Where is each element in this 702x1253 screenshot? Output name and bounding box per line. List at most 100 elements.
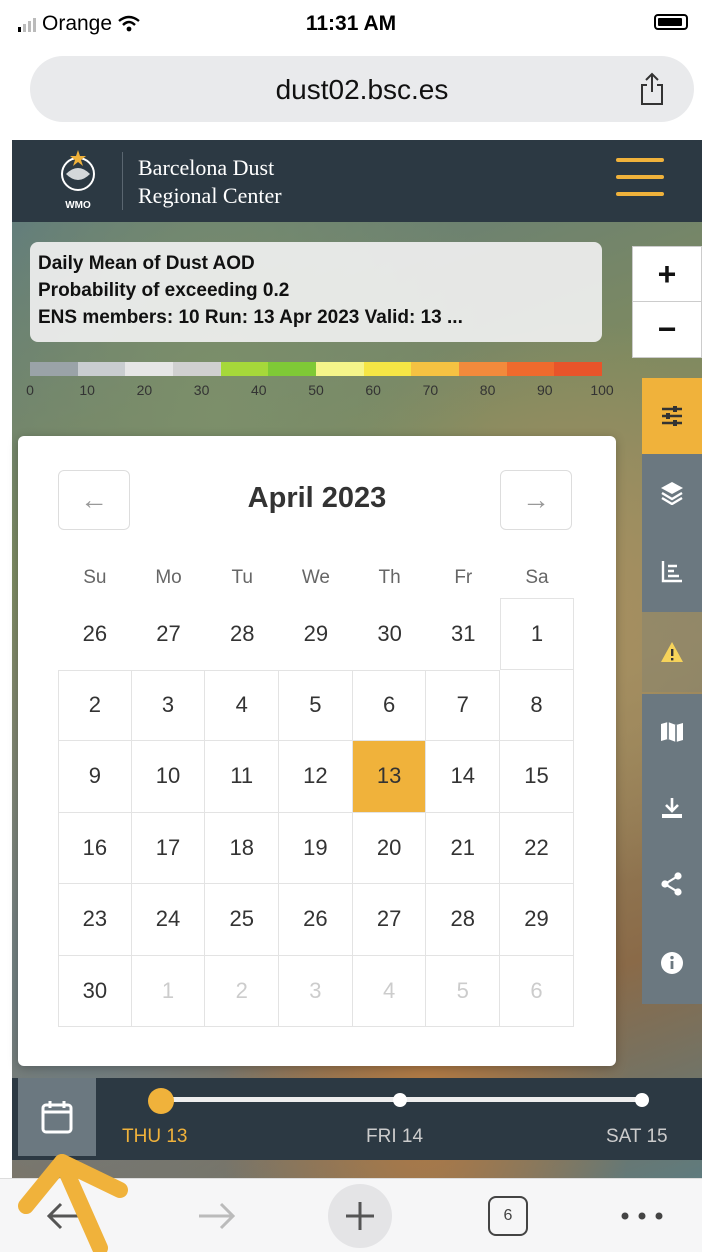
calendar-day[interactable]: 13 <box>352 741 427 813</box>
app-header: WMO Barcelona Dust Regional Center <box>12 140 702 222</box>
color-scale-tick: 30 <box>193 382 210 398</box>
new-tab-button[interactable] <box>328 1184 392 1248</box>
chart-button[interactable] <box>642 530 702 612</box>
color-scale-step <box>268 362 317 376</box>
calendar-day[interactable]: 12 <box>279 741 353 813</box>
calendar-week: 30 1 2 3 4 5 6 <box>58 955 574 1027</box>
calendar-day[interactable]: 24 <box>131 884 206 956</box>
calendar-day[interactable]: 8 <box>500 669 574 741</box>
calendar-day[interactable]: 22 <box>500 812 574 884</box>
calendar-day[interactable]: 1 <box>131 955 206 1027</box>
zoom-control: + − <box>632 246 702 358</box>
calendar-day[interactable]: 26 <box>58 598 132 670</box>
calendar-day[interactable]: 29 <box>500 884 574 956</box>
color-scale-tick: 80 <box>479 382 496 398</box>
address-bar[interactable]: dust02.bsc.es <box>30 56 694 122</box>
forward-button[interactable] <box>192 1179 242 1253</box>
share-button[interactable] <box>642 846 702 922</box>
more-dots-icon <box>621 1212 663 1220</box>
timeline-bar: THU 13 FRI 14 SAT 15 <box>12 1078 702 1160</box>
map-icon <box>661 722 683 742</box>
settings-button[interactable] <box>642 378 702 454</box>
calendar-day[interactable]: 20 <box>352 812 427 884</box>
info-icon <box>661 952 683 974</box>
clock: 11:31 AM <box>305 12 397 35</box>
more-button[interactable] <box>612 1179 672 1253</box>
calendar-day[interactable]: 1 <box>500 598 574 670</box>
calendar-day[interactable]: 17 <box>131 812 206 884</box>
calendar-day[interactable]: 3 <box>131 669 206 741</box>
calendar-day[interactable]: 5 <box>426 955 501 1027</box>
calendar-day[interactable]: 28 <box>426 884 501 956</box>
calendar-day[interactable]: 14 <box>426 741 501 813</box>
calendar-day[interactable]: 3 <box>279 955 353 1027</box>
timeline-step[interactable] <box>635 1093 649 1107</box>
calendar-day[interactable]: 21 <box>426 812 501 884</box>
calendar-day[interactable]: 11 <box>205 741 280 813</box>
color-scale-step <box>220 362 269 376</box>
weekday-label: Fr <box>454 567 473 588</box>
calendar-day[interactable]: 25 <box>205 884 280 956</box>
zoom-out-button[interactable]: − <box>633 302 701 357</box>
calendar-day[interactable]: 28 <box>205 598 279 670</box>
battery-icon <box>654 14 688 30</box>
calendar-week: 2345678 <box>58 669 574 741</box>
color-scale-step <box>30 362 78 376</box>
calendar-day[interactable]: 23 <box>58 884 132 956</box>
status-bar: Orange 11:31 AM <box>0 0 702 44</box>
calendar-day[interactable]: 5 <box>279 669 353 741</box>
zoom-in-button[interactable]: + <box>633 247 701 302</box>
menu-icon[interactable] <box>616 158 664 198</box>
calendar-day[interactable]: 15 <box>500 741 574 813</box>
calendar-day[interactable]: 4 <box>205 669 280 741</box>
download-button[interactable] <box>642 770 702 846</box>
chart-icon <box>661 561 682 583</box>
weekday-header: Su Mo Tu We Th Fr Sa <box>58 558 574 598</box>
calendar-week: 26 27 28 29 30 31 1 <box>58 598 574 670</box>
info-button[interactable] <box>642 922 702 1004</box>
calendar-day[interactable]: 10 <box>131 741 206 813</box>
calendar-day[interactable]: 18 <box>205 812 280 884</box>
calendar-grid: Su Mo Tu We Th Fr Sa 26 27 28 29 30 31 1 2 3 4 5 6 7 8 9 10 11… <box>58 558 574 1027</box>
warning-button[interactable] <box>642 612 702 692</box>
calendar-day[interactable]: 4 <box>352 955 427 1027</box>
calendar-day[interactable]: 7 <box>426 669 501 741</box>
map-button[interactable] <box>642 694 702 770</box>
timeline-label-thu[interactable]: THU 13 <box>122 1126 187 1148</box>
calendar-day[interactable]: 31 <box>426 598 500 670</box>
site-title-line2: Regional Center <box>138 183 282 208</box>
weekday-label: Mo <box>155 567 182 588</box>
calendar-day[interactable]: 16 <box>58 812 132 884</box>
calendar-day[interactable]: 27 <box>352 884 427 956</box>
timeline-step[interactable] <box>393 1093 407 1107</box>
calendar-day[interactable]: 19 <box>279 812 353 884</box>
color-scale-tick: 90 <box>537 382 553 398</box>
calendar-day[interactable]: 6 <box>500 955 574 1027</box>
timeline-label-sat[interactable]: SAT 15 <box>606 1126 668 1148</box>
browser-bottom-bar: 6 <box>0 1178 702 1252</box>
calendar-day[interactable]: 30 <box>58 955 132 1027</box>
calendar-day[interactable]: 2 <box>58 669 132 741</box>
calendar-day[interactable]: 30 <box>353 598 427 670</box>
calendar-day[interactable]: 2 <box>205 955 280 1027</box>
share-icon[interactable] <box>638 72 666 106</box>
site-title[interactable]: Barcelona Dust Regional Center <box>138 154 282 210</box>
next-month-button[interactable]: → <box>500 470 572 530</box>
timeline-label-fri[interactable]: FRI 14 <box>366 1126 423 1148</box>
color-scale-tick: 0 <box>26 382 34 398</box>
layers-button[interactable] <box>642 454 702 530</box>
warning-icon <box>661 642 683 662</box>
calendar-day[interactable]: 26 <box>279 884 353 956</box>
sliders-icon <box>662 406 682 426</box>
calendar-day[interactable]: 27 <box>132 598 206 670</box>
map-info-box: Daily Mean of Dust AOD Probability of ex… <box>30 242 602 342</box>
calendar-day[interactable]: 6 <box>352 669 427 741</box>
calendar-day[interactable]: 29 <box>279 598 353 670</box>
calendar-button[interactable] <box>18 1078 96 1156</box>
color-scale-step <box>316 362 364 376</box>
color-scale-step <box>459 362 507 376</box>
back-button[interactable] <box>40 1179 90 1253</box>
calendar-day[interactable]: 9 <box>58 741 132 813</box>
timeline-handle[interactable] <box>148 1088 174 1114</box>
tabs-button[interactable]: 6 <box>488 1196 528 1236</box>
